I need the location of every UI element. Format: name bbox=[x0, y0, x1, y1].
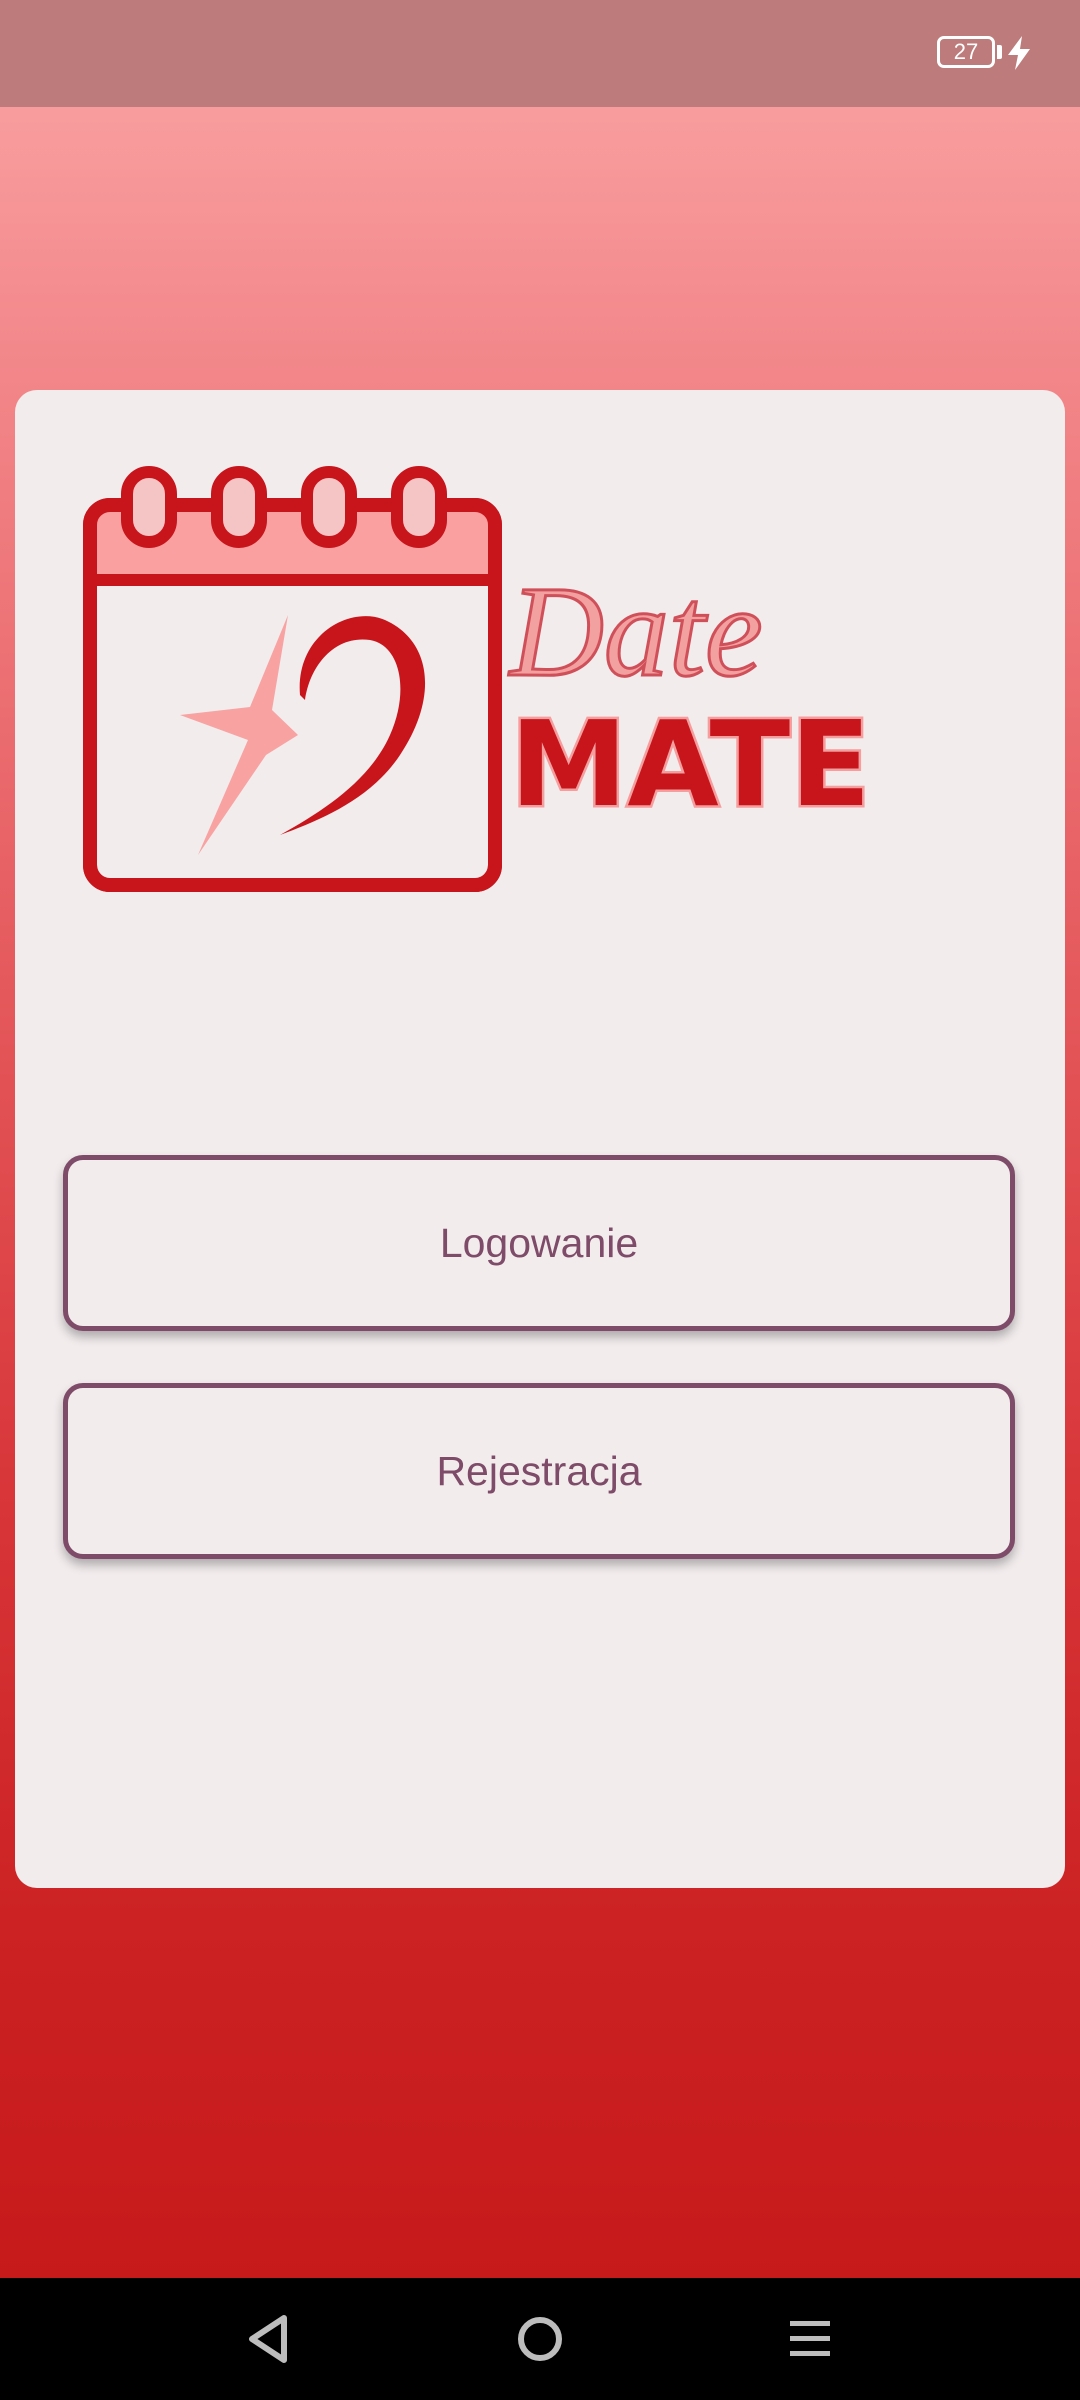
star-icon bbox=[180, 615, 298, 855]
lightning-bolt-icon bbox=[1008, 36, 1030, 70]
register-button[interactable]: Rejestracja bbox=[63, 1383, 1015, 1559]
back-button[interactable] bbox=[208, 2278, 328, 2400]
logo-word-mate: MATE bbox=[510, 695, 871, 833]
app-screen: 27 Date MATE Logowanie Rejestracja bbox=[0, 0, 1080, 2400]
battery-level: 27 bbox=[953, 39, 979, 64]
menu-lines-icon bbox=[790, 2321, 830, 2356]
battery-icon: 27 bbox=[937, 36, 995, 68]
battery-tip bbox=[997, 45, 1002, 59]
home-circle-icon bbox=[518, 2317, 562, 2361]
date-mate-logo: Date MATE bbox=[83, 466, 873, 892]
back-triangle-icon bbox=[249, 2315, 287, 2363]
login-button-label: Logowanie bbox=[439, 1219, 639, 1266]
login-button[interactable]: Logowanie bbox=[63, 1155, 1015, 1331]
heart-swirl-icon bbox=[280, 616, 426, 835]
status-bar: 27 bbox=[0, 0, 1080, 107]
menu-button[interactable] bbox=[750, 2278, 870, 2400]
logo-word-date: Date bbox=[508, 560, 763, 704]
register-button-label: Rejestracja bbox=[436, 1447, 642, 1494]
navigation-bar bbox=[0, 2278, 1080, 2400]
home-button[interactable] bbox=[480, 2278, 600, 2400]
